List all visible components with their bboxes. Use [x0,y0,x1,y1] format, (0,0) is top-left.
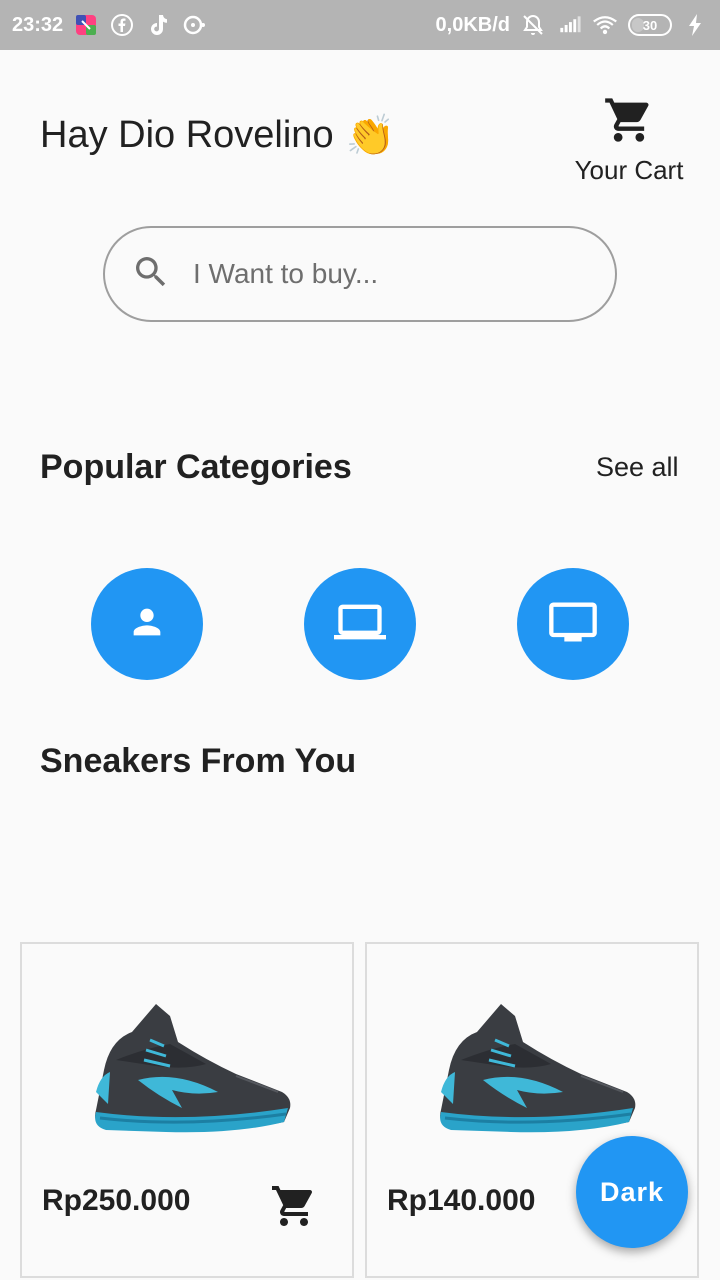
product-price: Rp140.000 [387,1184,536,1217]
bell-off-icon [520,12,546,38]
category-person-button[interactable] [91,568,203,680]
network-speed: 0,0KB/d [435,13,510,36]
greeting: Hay Dio Rovelino 👏 [40,112,395,159]
battery-level: 30 [642,17,658,33]
chat-icon [181,12,207,38]
sneaker-image [431,1000,641,1145]
product-price: Rp250.000 [42,1184,191,1217]
your-cart-button[interactable]: Your Cart [566,94,692,186]
shopping-cart-icon [601,94,657,151]
status-bar: 23:32 0,0KB/d 30 [0,0,720,50]
product-card[interactable]: Rp250.000 [20,942,354,1278]
search-box[interactable] [103,226,617,322]
categories-title: Popular Categories [40,448,352,486]
tiktok-icon [145,12,171,38]
monitor-icon [547,596,599,653]
facebook-icon [109,12,135,38]
battery-icon: 30 [628,14,672,36]
category-laptop-button[interactable] [304,568,416,680]
see-all-link[interactable]: See all [596,452,679,483]
status-left: 23:32 [12,12,207,38]
signal-icon [556,12,582,38]
products-title: Sneakers From You [40,742,357,780]
add-to-cart-icon[interactable] [270,1182,318,1235]
app-icon [73,12,99,38]
person-icon [127,602,167,647]
laptop-icon [334,596,386,653]
charging-icon [682,12,708,38]
clapping-hands-emoji: 👏 [345,114,396,158]
search-input[interactable] [193,258,573,290]
status-time: 23:32 [12,13,64,36]
category-monitor-button[interactable] [517,568,629,680]
wifi-icon [592,12,618,38]
battery-fill [632,18,644,32]
greeting-text: Hay Dio Rovelino [40,114,334,156]
search-icon [131,252,171,297]
dark-mode-button[interactable]: Dark [576,1136,688,1248]
status-right: 0,0KB/d 30 [436,12,708,38]
cart-label: Your Cart [574,155,684,185]
sneaker-image [86,1000,296,1145]
